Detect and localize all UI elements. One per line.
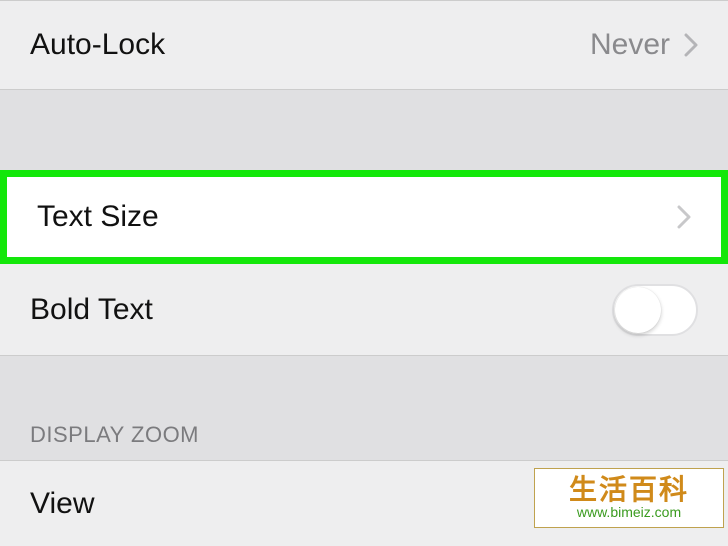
textsize-value-wrap xyxy=(677,205,691,229)
watermark-top: 生活百科 xyxy=(569,476,689,504)
section-gap xyxy=(0,90,728,170)
view-label: View xyxy=(30,487,94,521)
autolock-value-wrap: Never xyxy=(590,28,698,62)
row-textsize[interactable]: Text Size xyxy=(7,177,721,257)
row-boldtext: Bold Text xyxy=(0,264,728,356)
autolock-value: Never xyxy=(590,28,670,62)
row-autolock[interactable]: Auto-Lock Never xyxy=(0,0,728,90)
watermark-badge: 生活百科 www.bimeiz.com xyxy=(534,468,724,528)
chevron-right-icon xyxy=(684,33,698,57)
boldtext-toggle[interactable] xyxy=(612,284,698,336)
watermark-bottom: www.bimeiz.com xyxy=(577,504,681,521)
textsize-label: Text Size xyxy=(37,200,159,234)
toggle-knob xyxy=(615,287,661,333)
autolock-label: Auto-Lock xyxy=(30,28,165,62)
section-header-displayzoom: DISPLAY ZOOM xyxy=(0,422,728,460)
textsize-highlight: Text Size xyxy=(0,170,728,264)
section-gap-2 xyxy=(0,356,728,422)
chevron-right-icon xyxy=(677,205,691,229)
boldtext-label: Bold Text xyxy=(30,293,153,327)
